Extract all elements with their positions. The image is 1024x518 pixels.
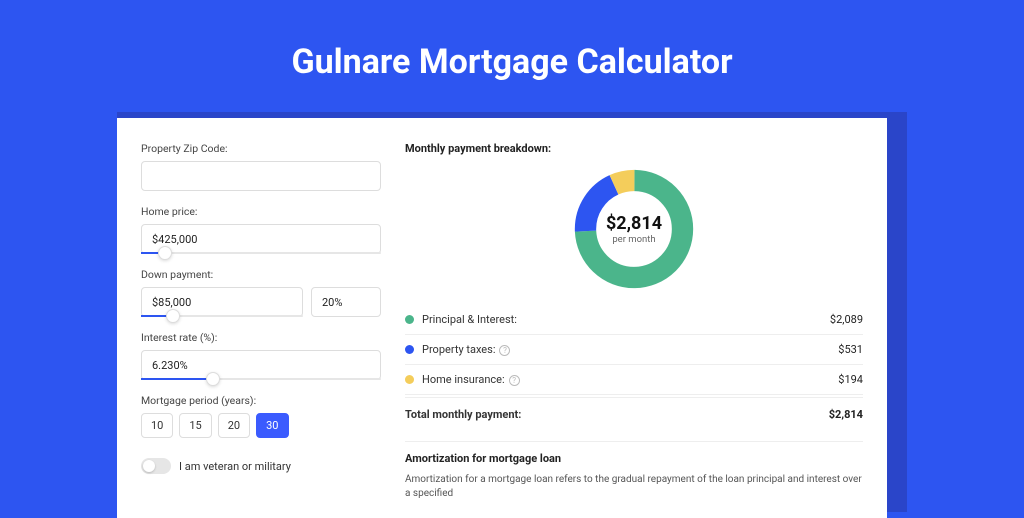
down-payment-slider[interactable] — [141, 315, 303, 317]
slider-thumb[interactable] — [158, 246, 172, 260]
legend-label: Principal & Interest: — [422, 313, 830, 326]
veteran-row: I am veteran or military — [141, 458, 381, 474]
breakdown-title: Monthly payment breakdown: — [405, 142, 863, 155]
donut-sub: per month — [606, 234, 662, 245]
interest-input[interactable] — [141, 350, 381, 380]
legend-label: Property taxes:? — [422, 343, 838, 356]
separator — [405, 441, 863, 442]
donut-chart-wrap: $2,814 per month — [405, 165, 863, 293]
slider-thumb[interactable] — [166, 309, 180, 323]
card-shadow: Property Zip Code: Home price: Down paym… — [117, 112, 907, 512]
interest-slider[interactable] — [141, 378, 381, 380]
slider-thumb[interactable] — [206, 372, 220, 386]
period-label: Mortgage period (years): — [141, 394, 381, 407]
period-option-30[interactable]: 30 — [256, 413, 288, 438]
legend-value: $194 — [838, 373, 863, 386]
home-price-input[interactable] — [141, 224, 381, 254]
legend-value: $2,089 — [830, 313, 863, 326]
legend-row-principal: Principal & Interest: $2,089 — [405, 305, 863, 335]
down-payment-label: Down payment: — [141, 268, 381, 281]
home-price-slider[interactable] — [141, 252, 381, 254]
form-panel: Property Zip Code: Home price: Down paym… — [141, 142, 381, 494]
legend-dot-icon — [405, 345, 414, 354]
legend-row-taxes: Property taxes:? $531 — [405, 335, 863, 365]
period-option-10[interactable]: 10 — [141, 413, 173, 438]
amortization-title: Amortization for mortgage loan — [405, 452, 863, 465]
period-option-15[interactable]: 15 — [179, 413, 211, 438]
interest-group: Interest rate (%): — [141, 331, 381, 380]
total-row: Total monthly payment: $2,814 — [405, 397, 863, 427]
donut-center: $2,814 per month — [606, 213, 662, 245]
down-payment-group: Down payment: — [141, 268, 381, 317]
amortization-body: Amortization for a mortgage loan refers … — [405, 473, 863, 501]
interest-label: Interest rate (%): — [141, 331, 381, 344]
legend-dot-icon — [405, 315, 414, 324]
donut-chart: $2,814 per month — [570, 165, 698, 293]
toggle-knob — [143, 460, 155, 472]
legend-label: Home insurance:? — [422, 373, 838, 386]
home-price-label: Home price: — [141, 205, 381, 218]
period-option-20[interactable]: 20 — [218, 413, 250, 438]
legend-row-insurance: Home insurance:? $194 — [405, 365, 863, 395]
page-title: Gulnare Mortgage Calculator — [0, 0, 1024, 112]
legend-value: $531 — [838, 343, 863, 356]
veteran-label: I am veteran or military — [179, 460, 291, 473]
donut-amount: $2,814 — [606, 213, 662, 234]
zip-group: Property Zip Code: — [141, 142, 381, 191]
total-value: $2,814 — [829, 408, 863, 421]
period-group: Mortgage period (years): 10 15 20 30 — [141, 394, 381, 438]
legend-dot-icon — [405, 375, 414, 384]
down-payment-pct-input[interactable] — [311, 287, 381, 317]
breakdown-panel: Monthly payment breakdown: $2,814 per mo… — [405, 142, 863, 494]
info-icon[interactable]: ? — [509, 375, 520, 386]
zip-input[interactable] — [141, 161, 381, 191]
veteran-toggle[interactable] — [141, 458, 171, 474]
home-price-group: Home price: — [141, 205, 381, 254]
down-payment-input[interactable] — [141, 287, 303, 317]
calculator-card: Property Zip Code: Home price: Down paym… — [117, 118, 887, 518]
total-label: Total monthly payment: — [405, 408, 829, 421]
zip-label: Property Zip Code: — [141, 142, 381, 155]
info-icon[interactable]: ? — [499, 345, 510, 356]
period-pills: 10 15 20 30 — [141, 413, 381, 438]
